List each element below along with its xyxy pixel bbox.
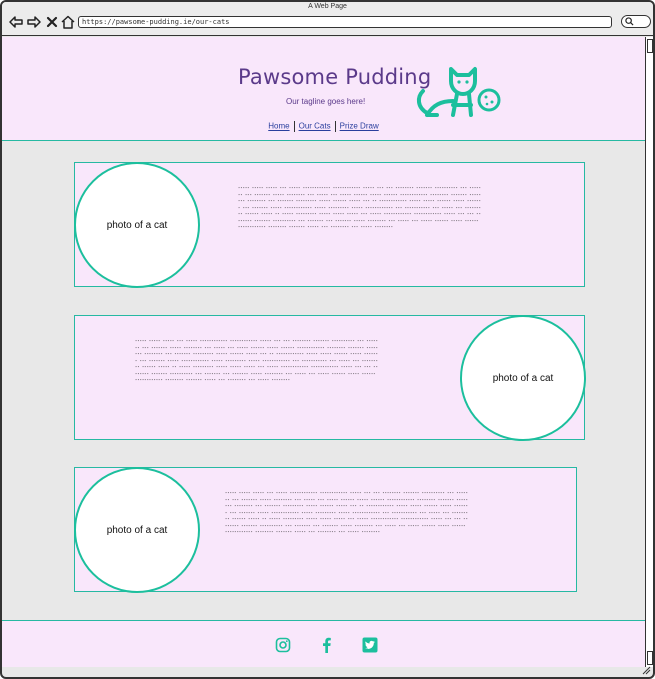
scroll-up-button[interactable] [647, 39, 653, 53]
window-title: A Web Page [2, 2, 653, 12]
cat-photo-placeholder: photo of a cat [74, 162, 200, 288]
instagram-link[interactable] [275, 637, 291, 653]
nav-link-our-cats[interactable]: Our Cats [299, 122, 331, 131]
cat-card: photo of a cat ----- ----- ----- --- ---… [74, 467, 577, 593]
search-icon [625, 17, 634, 26]
cat-cookie-logo-icon [416, 67, 501, 117]
nav-divider [293, 121, 295, 132]
nav-link-prize-draw[interactable]: Prize Draw [340, 122, 379, 131]
browser-search-field[interactable] [621, 15, 651, 28]
site-header: Pawsome Pudding Our tagline goes here! H… [2, 37, 645, 141]
back-arrow-icon [9, 16, 23, 28]
close-icon [46, 16, 58, 28]
address-bar[interactable]: https://pawsome-pudding.ie/our-cats [78, 16, 612, 28]
cat-description: ----- ----- ----- --- ----- ------------… [135, 339, 378, 382]
cat-description: ----- ----- ----- --- ----- ------------… [238, 186, 481, 229]
site-tagline: Our tagline goes here! [286, 97, 366, 106]
nav-divider [334, 121, 336, 132]
forward-arrow-icon [27, 16, 41, 28]
forward-button[interactable] [26, 14, 42, 30]
site-title: Pawsome Pudding [238, 65, 432, 89]
vertical-scrollbar[interactable] [645, 37, 653, 667]
browser-toolbar: https://pawsome-pudding.ie/our-cats [2, 12, 653, 36]
home-icon [61, 15, 75, 29]
back-button[interactable] [8, 14, 24, 30]
main-nav: Home Our Cats Prize Draw [2, 121, 645, 132]
cat-photo-placeholder: photo of a cat [74, 467, 200, 593]
facebook-link[interactable] [319, 637, 335, 653]
stop-button[interactable] [44, 14, 60, 30]
site-footer [2, 620, 645, 667]
twitter-icon [362, 637, 378, 653]
cat-card: ----- ----- ----- --- ----- ------------… [74, 315, 586, 441]
nav-link-home[interactable]: Home [268, 122, 289, 131]
facebook-icon [323, 637, 331, 653]
cat-description: ----- ----- ----- --- ----- ------------… [225, 491, 468, 534]
cat-photo-placeholder: photo of a cat [460, 315, 586, 441]
page-viewport: Pawsome Pudding Our tagline goes here! H… [2, 37, 645, 667]
home-button[interactable] [60, 14, 76, 30]
resize-grip-icon[interactable] [641, 665, 651, 675]
browser-window: A Web Page https://pawsome-pudding.ie/ou… [0, 0, 655, 679]
scroll-down-button[interactable] [647, 651, 653, 665]
cat-card: photo of a cat ----- ----- ----- --- ---… [74, 162, 585, 288]
twitter-link[interactable] [362, 637, 378, 653]
instagram-icon [275, 637, 291, 653]
